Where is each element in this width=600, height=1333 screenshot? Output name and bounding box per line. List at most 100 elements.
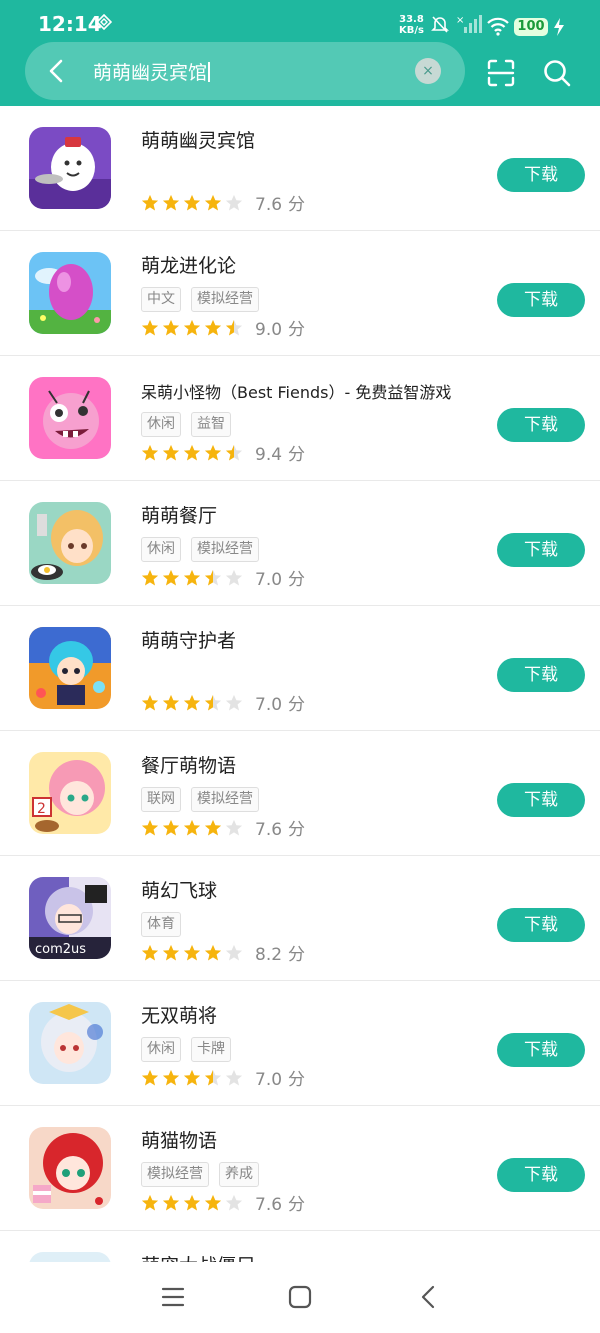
star-filled-icon: [162, 944, 180, 961]
app-result-row[interactable]: 萌宠大战僵尸: [0, 1231, 600, 1262]
app-title[interactable]: 萌幻飞球: [141, 876, 217, 903]
net-speed: 33.8 KB/s: [399, 14, 424, 36]
app-result-row[interactable]: 无双萌将休闲 卡牌 7.0 分 下载: [0, 981, 600, 1106]
download-button[interactable]: 下载: [497, 408, 585, 442]
app-title[interactable]: 萌萌幽灵宾馆: [141, 126, 255, 153]
net-speed-unit: KB/s: [399, 25, 424, 36]
app-score-unit: 分: [288, 945, 306, 965]
app-score: 8.2 分: [255, 940, 305, 965]
app-tag: 体育: [141, 912, 181, 937]
star-filled-icon: [183, 444, 201, 461]
app-title[interactable]: 呆萌小怪物（Best Fiends）- 免费益智游戏: [141, 379, 451, 403]
download-button[interactable]: 下载: [497, 533, 585, 567]
search-results-list: 萌萌幽灵宾馆 7.6 分下载 萌龙进化论 中文 模拟经营 9.0 分下载 呆萌小怪物（Best …: [0, 106, 600, 1262]
app-rating: 9.4 分: [141, 440, 305, 465]
app-icon[interactable]: [29, 377, 111, 459]
star-filled-icon: [141, 694, 159, 711]
app-score-value: 9.4: [255, 445, 283, 465]
app-result-row[interactable]: 萌萌幽灵宾馆 7.6 分 下载: [0, 106, 600, 231]
app-result-row[interactable]: 萌萌守护者 7.0 分 下载: [0, 606, 600, 731]
app-score-unit: 分: [288, 695, 306, 715]
app-title[interactable]: 萌萌守护者: [141, 626, 236, 653]
app-tags: 休闲 模拟经营: [141, 537, 259, 562]
download-button[interactable]: 下载: [497, 783, 585, 817]
app-icon[interactable]: [29, 1127, 111, 1209]
star-filled-icon: [162, 694, 180, 711]
star-filled-icon: [162, 444, 180, 461]
back-icon[interactable]: [416, 1284, 442, 1310]
app-score-unit: 分: [288, 445, 306, 465]
download-button[interactable]: 下载: [497, 158, 585, 192]
download-button[interactable]: 下载: [497, 1158, 585, 1192]
star-filled-icon: [183, 1194, 201, 1211]
app-score-unit: 分: [288, 1195, 306, 1215]
app-title[interactable]: 餐厅萌物语: [141, 751, 236, 778]
scan-icon[interactable]: [486, 58, 516, 88]
menu-icon[interactable]: [160, 1284, 186, 1310]
download-button[interactable]: 下载: [497, 283, 585, 317]
app-icon[interactable]: [29, 1252, 111, 1262]
app-title[interactable]: 萌宠大战僵尸: [141, 1251, 255, 1262]
app-score-unit: 分: [288, 1070, 306, 1090]
net-speed-value: 33.8: [399, 14, 424, 25]
app-score-value: 9.0: [255, 320, 283, 340]
app-score: 7.6 分: [255, 190, 305, 215]
svg-text:2: 2: [37, 801, 46, 817]
search-icon[interactable]: [542, 58, 572, 88]
home-icon[interactable]: [287, 1284, 313, 1310]
search-input[interactable]: 萌萌幽灵宾馆: [93, 58, 210, 85]
app-title[interactable]: 萌龙进化论: [141, 251, 236, 278]
app-icon[interactable]: 2: [29, 752, 111, 834]
star-filled-icon: [204, 319, 222, 336]
app-tag: 卡牌: [191, 1037, 231, 1062]
app-tag: 模拟经营: [141, 1162, 209, 1187]
battery-indicator: 100: [514, 18, 548, 36]
app-score: 7.0 分: [255, 565, 305, 590]
clear-search-button[interactable]: ×: [415, 58, 441, 84]
star-empty-icon: [225, 569, 243, 586]
app-result-row[interactable]: 2 餐厅萌物语 联网 模拟经营 7.6 分 下载: [0, 731, 600, 856]
app-result-row[interactable]: 萌猫物语 模拟经营 养成 7.6 分 下载: [0, 1106, 600, 1231]
download-button[interactable]: 下载: [497, 908, 585, 942]
star-empty-icon: [225, 1069, 243, 1086]
app-score-unit: 分: [288, 320, 306, 340]
app-icon[interactable]: [29, 1002, 111, 1084]
star-filled-icon: [141, 819, 159, 836]
download-button[interactable]: 下载: [497, 658, 585, 692]
app-result-row[interactable]: 萌龙进化论 中文 模拟经营 9.0 分 下载: [0, 231, 600, 356]
app-title[interactable]: 萌萌餐厅: [141, 501, 217, 528]
app-score: 9.0 分: [255, 315, 305, 340]
download-button[interactable]: 下载: [497, 1033, 585, 1067]
app-score: 7.6 分: [255, 815, 305, 840]
star-half-icon: [204, 1069, 222, 1086]
star-filled-icon: [204, 944, 222, 961]
app-score: 7.0 分: [255, 690, 305, 715]
app-tag: 休闲: [141, 537, 181, 562]
app-score-value: 7.0: [255, 570, 283, 590]
app-result-row[interactable]: 萌萌餐厅休闲 模拟经营 7.0 分 下载: [0, 481, 600, 606]
star-filled-icon: [183, 569, 201, 586]
star-filled-icon: [162, 569, 180, 586]
app-result-row[interactable]: com2us 萌幻飞球体育 8.2 分 下载: [0, 856, 600, 981]
star-filled-icon: [183, 694, 201, 711]
star-filled-icon: [183, 819, 201, 836]
app-icon[interactable]: [29, 627, 111, 709]
app-result-row[interactable]: 呆萌小怪物（Best Fiends）- 免费益智游戏 休闲 益智 9.4 分 下载: [0, 356, 600, 481]
star-filled-icon: [141, 194, 159, 211]
app-icon[interactable]: com2us: [29, 877, 111, 959]
app-tag: 中文: [141, 287, 181, 312]
app-icon[interactable]: [29, 127, 111, 209]
app-icon[interactable]: [29, 502, 111, 584]
star-filled-icon: [183, 319, 201, 336]
app-icon[interactable]: [29, 252, 111, 334]
star-filled-icon: [183, 1069, 201, 1086]
star-filled-icon: [204, 194, 222, 211]
back-arrow-icon[interactable]: [43, 57, 71, 85]
app-title[interactable]: 萌猫物语: [141, 1126, 217, 1153]
star-filled-icon: [141, 1069, 159, 1086]
app-rating: 7.0 分: [141, 565, 305, 590]
app-tags: 休闲 卡牌: [141, 1037, 231, 1062]
star-filled-icon: [141, 319, 159, 336]
app-rating: 7.0 分: [141, 1065, 305, 1090]
app-title[interactable]: 无双萌将: [141, 1001, 217, 1028]
